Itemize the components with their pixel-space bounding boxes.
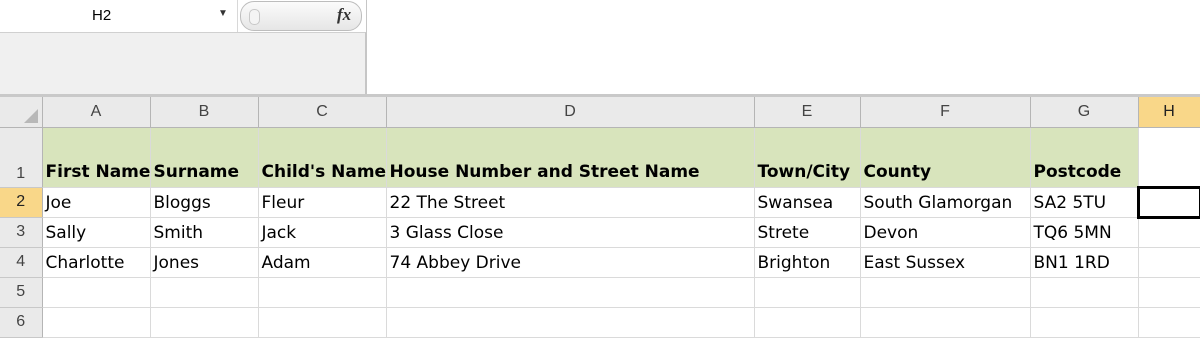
row-header-5[interactable]: 5 (0, 277, 43, 308)
resize-grip-icon[interactable] (249, 9, 260, 25)
column-header-b[interactable]: B (150, 97, 259, 128)
cell-g1[interactable]: Postcode (1030, 126, 1139, 188)
cell-d5[interactable] (386, 277, 755, 308)
cell-d3[interactable]: 3 Glass Close (386, 217, 755, 248)
cell-b4[interactable]: Jones (150, 247, 259, 278)
cell-h2-selected[interactable] (1136, 185, 1200, 219)
cell-g2[interactable]: SA2 5TU (1030, 187, 1139, 218)
cell-h1[interactable] (1138, 127, 1200, 188)
chevron-down-icon[interactable]: ▼ (218, 8, 228, 19)
column-header-e[interactable]: E (754, 97, 861, 128)
cell-a2[interactable]: Joe (41, 187, 151, 218)
select-all-corner[interactable] (0, 97, 43, 128)
cell-c4[interactable]: Adam (258, 247, 387, 278)
cell-g5[interactable] (1030, 277, 1139, 308)
cell-a5[interactable] (42, 277, 151, 308)
cell-e5[interactable] (754, 277, 861, 308)
cell-c3[interactable]: Jack (258, 217, 387, 248)
row-header-3[interactable]: 3 (0, 217, 43, 248)
cell-f5[interactable] (860, 277, 1031, 308)
cell-d4[interactable]: 74 Abbey Drive (386, 247, 755, 278)
cell-f1[interactable]: County (860, 126, 1031, 188)
cell-h6[interactable] (1138, 307, 1200, 338)
cell-a4[interactable]: Charlotte (41, 247, 151, 278)
cell-a6[interactable] (42, 307, 151, 338)
cell-h4[interactable] (1138, 247, 1200, 278)
cell-b2[interactable]: Bloggs (150, 187, 259, 218)
column-header-h[interactable]: H (1138, 97, 1200, 128)
column-header-c[interactable]: C (258, 97, 387, 128)
cell-d1[interactable]: House Number and Street Name (386, 126, 755, 188)
cell-d6[interactable] (386, 307, 755, 338)
cell-e4[interactable]: Brighton (754, 247, 861, 278)
cell-e6[interactable] (754, 307, 861, 338)
column-header-a[interactable]: A (42, 97, 151, 128)
cell-a1[interactable]: First Name (41, 126, 151, 188)
cell-b3[interactable]: Smith (150, 217, 259, 248)
cell-b1[interactable]: Surname (150, 126, 259, 188)
cell-c6[interactable] (258, 307, 387, 338)
name-box-value: H2 (92, 7, 112, 24)
formula-bar: H2 ▼ fx (0, 0, 1200, 97)
cell-b5[interactable] (150, 277, 259, 308)
name-box[interactable]: H2 ▼ (0, 0, 238, 32)
cell-f2[interactable]: South Glamorgan (860, 187, 1031, 218)
cell-a3[interactable]: Sally (41, 217, 151, 248)
select-all-icon (23, 108, 38, 123)
insert-function-icon[interactable]: fx (337, 5, 351, 25)
cell-d2[interactable]: 22 The Street (386, 187, 755, 218)
cell-f4[interactable]: East Sussex (860, 247, 1031, 278)
cell-c1[interactable]: Child's Name (258, 126, 387, 188)
row-header-4[interactable]: 4 (0, 247, 43, 278)
cell-c2[interactable]: Fleur (258, 187, 387, 218)
cell-g3[interactable]: TQ6 5MN (1030, 217, 1139, 248)
cell-e1[interactable]: Town/City (754, 126, 861, 188)
column-header-d[interactable]: D (386, 97, 755, 128)
cell-h5[interactable] (1138, 277, 1200, 308)
cell-g6[interactable] (1030, 307, 1139, 338)
formula-bar-controls: fx (240, 1, 362, 31)
cell-b6[interactable] (150, 307, 259, 338)
cell-e3[interactable]: Strete (754, 217, 861, 248)
cell-f3[interactable]: Devon (860, 217, 1031, 248)
column-header-g[interactable]: G (1030, 97, 1139, 128)
worksheet-grid: A B C D E F G H 1 First Name Surname Chi… (0, 97, 1200, 338)
cell-f6[interactable] (860, 307, 1031, 338)
cell-c5[interactable] (258, 277, 387, 308)
cell-e2[interactable]: Swansea (754, 187, 861, 218)
cell-g4[interactable]: BN1 1RD (1030, 247, 1139, 278)
formula-bar-panel (0, 32, 366, 94)
column-header-f[interactable]: F (860, 97, 1031, 128)
row-header-1[interactable]: 1 (0, 127, 43, 188)
row-header-2[interactable]: 2 (0, 187, 43, 218)
cell-h3[interactable] (1138, 217, 1200, 248)
row-header-6[interactable]: 6 (0, 307, 43, 338)
formula-input[interactable] (366, 0, 1200, 96)
